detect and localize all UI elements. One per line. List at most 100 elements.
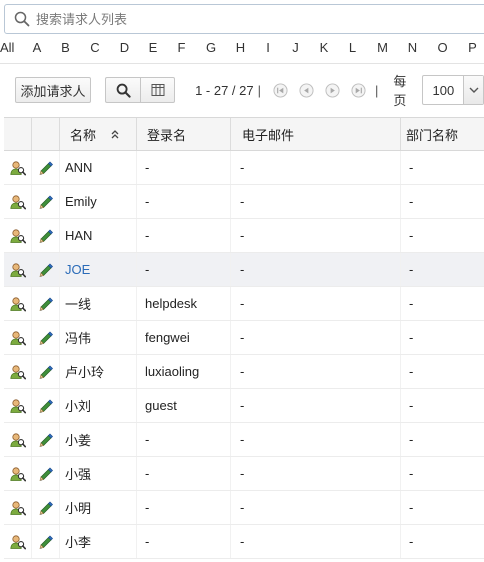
- table-row[interactable]: 冯伟 fengwei - -: [4, 321, 484, 355]
- requester-name[interactable]: 小李: [65, 532, 91, 551]
- table-row[interactable]: 小明 - - -: [4, 491, 484, 525]
- edit-pencil-icon[interactable]: [38, 398, 54, 414]
- requester-name[interactable]: 小明: [65, 498, 91, 517]
- table-row[interactable]: HAN - - -: [4, 219, 484, 253]
- cell-name[interactable]: 小姜: [60, 423, 137, 456]
- edit-pencil-icon[interactable]: [38, 432, 54, 448]
- alpha-p[interactable]: P: [464, 40, 481, 55]
- view-user-icon[interactable]: [9, 534, 26, 550]
- edit-pencil-icon[interactable]: [38, 194, 54, 210]
- requester-name[interactable]: 小姜: [65, 430, 91, 449]
- edit-pencil-icon[interactable]: [38, 500, 54, 516]
- cell-name[interactable]: JOE: [60, 253, 137, 286]
- view-user-icon[interactable]: [9, 228, 26, 244]
- add-requester-button[interactable]: 添加请求人: [15, 77, 92, 103]
- first-page-button[interactable]: [267, 82, 293, 98]
- view-user-icon[interactable]: [9, 432, 26, 448]
- view-user-icon[interactable]: [9, 296, 26, 312]
- cell-email: -: [231, 355, 401, 388]
- column-chooser-button[interactable]: [140, 77, 176, 103]
- alpha-o[interactable]: O: [421, 40, 464, 55]
- alpha-h[interactable]: H: [232, 40, 249, 55]
- alpha-n[interactable]: N: [404, 40, 421, 55]
- cell-name[interactable]: 冯伟: [60, 321, 137, 354]
- cell-name[interactable]: 小刘: [60, 389, 137, 422]
- requester-name[interactable]: 小强: [65, 464, 91, 483]
- edit-pencil-icon[interactable]: [38, 228, 54, 244]
- view-user-icon[interactable]: [9, 500, 26, 516]
- table-row[interactable]: 小强 - - -: [4, 457, 484, 491]
- alpha-a[interactable]: A: [17, 40, 57, 55]
- view-user-icon[interactable]: [9, 160, 26, 176]
- cell-login: guest: [137, 389, 231, 422]
- requester-name[interactable]: 冯伟: [65, 328, 91, 347]
- edit-pencil-icon[interactable]: [38, 296, 54, 312]
- edit-pencil-icon[interactable]: [38, 534, 54, 550]
- cell-email: -: [231, 151, 401, 184]
- alpha-i[interactable]: I: [249, 40, 287, 55]
- header-name[interactable]: 名称: [60, 118, 137, 150]
- table-row[interactable]: JOE - - -: [4, 253, 484, 287]
- last-page-button[interactable]: [345, 82, 371, 98]
- header-email[interactable]: 电子邮件: [231, 118, 401, 150]
- view-user-icon[interactable]: [9, 398, 26, 414]
- view-user-icon[interactable]: [9, 330, 26, 346]
- search-button[interactable]: [105, 77, 141, 103]
- view-requester-cell: [4, 287, 32, 320]
- alpha-g[interactable]: G: [190, 40, 232, 55]
- cell-name[interactable]: 一线: [60, 287, 137, 320]
- requester-name[interactable]: JOE: [65, 262, 90, 277]
- requester-name[interactable]: 卢小玲: [65, 362, 104, 381]
- table-row[interactable]: ANN - - -: [4, 151, 484, 185]
- per-page-dropdown[interactable]: [463, 76, 484, 104]
- table-row[interactable]: 小刘 guest - -: [4, 389, 484, 423]
- cell-name[interactable]: ANN: [60, 151, 137, 184]
- alpha-k[interactable]: K: [304, 40, 344, 55]
- edit-pencil-icon[interactable]: [38, 160, 54, 176]
- requester-name[interactable]: 小刘: [65, 396, 91, 415]
- view-user-icon[interactable]: [9, 466, 26, 482]
- cell-name[interactable]: 小强: [60, 457, 137, 490]
- chevron-down-icon: [469, 87, 479, 93]
- alpha-f[interactable]: F: [173, 40, 190, 55]
- cell-name[interactable]: 卢小玲: [60, 355, 137, 388]
- requester-name[interactable]: HAN: [65, 228, 92, 243]
- next-page-button[interactable]: [319, 82, 345, 98]
- cell-name[interactable]: Emily: [60, 185, 137, 218]
- cell-login: fengwei: [137, 321, 231, 354]
- view-user-icon[interactable]: [9, 194, 26, 210]
- cell-name[interactable]: 小李: [60, 525, 137, 558]
- table-row[interactable]: 小姜 - - -: [4, 423, 484, 457]
- search-icon: [14, 11, 30, 27]
- alpha-e[interactable]: E: [133, 40, 173, 55]
- table-row[interactable]: 一线 helpdesk - -: [4, 287, 484, 321]
- table-row[interactable]: Emily - - -: [4, 185, 484, 219]
- requester-name[interactable]: ANN: [65, 160, 92, 175]
- edit-pencil-icon[interactable]: [38, 262, 54, 278]
- alpha-l[interactable]: L: [344, 40, 361, 55]
- header-login[interactable]: 登录名: [137, 118, 231, 150]
- search-input[interactable]: [36, 11, 456, 27]
- prev-page-button[interactable]: [293, 82, 319, 98]
- edit-pencil-icon[interactable]: [38, 466, 54, 482]
- table-row[interactable]: 卢小玲 luxiaoling - -: [4, 355, 484, 389]
- alpha-all[interactable]: All: [0, 40, 17, 55]
- requester-name[interactable]: 一线: [65, 294, 91, 313]
- requester-name[interactable]: Emily: [65, 194, 97, 209]
- per-page-label: 每页: [393, 74, 407, 108]
- alpha-c[interactable]: C: [74, 40, 116, 55]
- cell-name[interactable]: HAN: [60, 219, 137, 252]
- view-user-icon[interactable]: [9, 364, 26, 380]
- header-department[interactable]: 部门名称: [401, 118, 484, 150]
- alpha-j[interactable]: J: [287, 40, 304, 55]
- cell-name[interactable]: 小明: [60, 491, 137, 524]
- view-user-icon[interactable]: [9, 262, 26, 278]
- alpha-m[interactable]: M: [361, 40, 404, 55]
- search-bar[interactable]: [4, 4, 484, 34]
- alpha-b[interactable]: B: [57, 40, 74, 55]
- per-page-select[interactable]: 100: [422, 75, 484, 105]
- alpha-d[interactable]: D: [116, 40, 133, 55]
- edit-pencil-icon[interactable]: [38, 364, 54, 380]
- edit-pencil-icon[interactable]: [38, 330, 54, 346]
- table-row[interactable]: 小李 - - -: [4, 525, 484, 559]
